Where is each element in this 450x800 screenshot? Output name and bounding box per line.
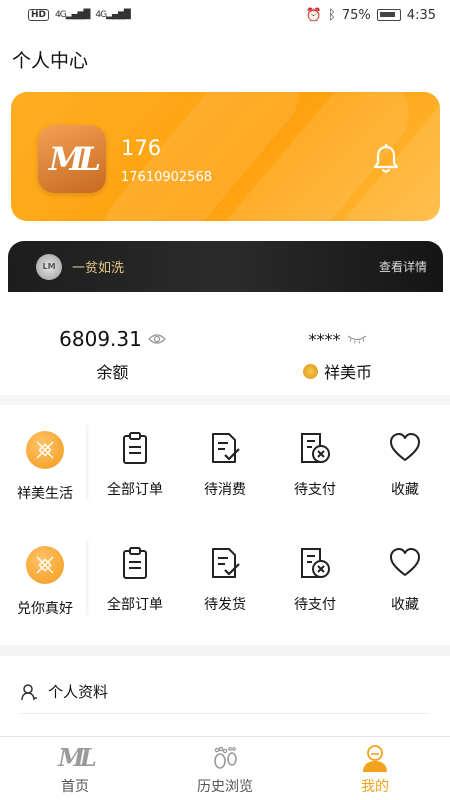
document-cancel-icon (301, 548, 330, 578)
home-logo-icon: ML (58, 743, 97, 772)
bell-icon[interactable] (372, 144, 400, 174)
menu-row: 兑你真好 全部订单 待发货 待支付 收藏 (0, 520, 450, 635)
document-check-icon (212, 433, 240, 463)
menu-item-pending-payment[interactable]: 待支付 (270, 520, 360, 635)
menu-item-label: 收藏 (391, 597, 419, 613)
document-check-icon (212, 548, 240, 578)
vip-badge-icon: LM (36, 253, 62, 280)
clock: 4:35 (406, 7, 436, 23)
status-bar: HD 4G▂▄▆█ 4G▂▄▆█ ⏰ ᛒ 75% 4:35 (0, 0, 450, 30)
list-item-label: 个人资料 (48, 683, 109, 701)
tab-history[interactable]: 历史浏览 (150, 737, 300, 800)
coins-value: **** (308, 329, 341, 349)
menu-item-favorites[interactable]: 收藏 (360, 520, 450, 635)
battery-percent: 75% (341, 7, 371, 23)
battery-icon (376, 9, 401, 21)
hd-badge: HD (28, 9, 50, 21)
coins-label: 祥美币 (323, 363, 372, 382)
avatar[interactable]: ML (38, 125, 106, 193)
coin-icon (302, 363, 318, 379)
menu-item-label: 收藏 (391, 482, 419, 498)
vip-level: 一贫如洗 (72, 261, 125, 276)
coins-value-row: **** (309, 325, 367, 353)
duinizhenhao-icon (26, 546, 64, 584)
menu-item-label: 待支付 (294, 597, 336, 613)
eye-icon[interactable] (147, 333, 166, 345)
menu-item-label: 全部订单 (107, 597, 163, 613)
signal-icon: 4G▂▄▆█ (55, 10, 90, 20)
vip-bar[interactable]: LM 一贫如洗 查看详情 (8, 241, 443, 292)
balance-label: 余额 (96, 363, 129, 382)
alarm-icon: ⏰ (305, 7, 323, 23)
heart-icon (390, 433, 420, 461)
menu-item-label: 待支付 (294, 482, 336, 498)
page-title: 个人中心 (0, 30, 450, 90)
phone-number: 17610902568 (121, 170, 212, 185)
menu-item-duinizhenhao[interactable]: 兑你真好 (0, 520, 90, 635)
heart-icon (390, 548, 420, 576)
wallet-row: 6809.31 余额 **** 祥美币 (0, 325, 450, 395)
footprints-icon (214, 746, 237, 769)
user-icon (363, 745, 387, 772)
document-cancel-icon (301, 433, 330, 463)
menu-item-xiangmei-life[interactable]: 祥美生活 (0, 405, 90, 520)
username: 176 (121, 136, 162, 160)
list-item-profile[interactable]: 个人资料 (20, 670, 430, 714)
clipboard-icon (123, 432, 147, 464)
bluetooth-icon: ᛒ (328, 7, 336, 23)
menu-item-pending-shipment[interactable]: 待发货 (180, 520, 270, 635)
xiangmei-life-icon (26, 431, 64, 469)
menu-item-pending-payment[interactable]: 待支付 (270, 405, 360, 520)
menu-item-label: 待发货 (204, 597, 246, 613)
menu-item-label: 待消费 (204, 482, 246, 498)
eye-closed-icon[interactable] (347, 334, 367, 344)
tab-mine[interactable]: 我的 (300, 737, 450, 800)
menu-item-all-orders[interactable]: 全部订单 (90, 520, 180, 635)
tab-home[interactable]: ML 首页 (0, 737, 150, 800)
profile-card[interactable]: ML 176 17610902568 (11, 92, 440, 221)
menu-row: 祥美生活 全部订单 待消费 待支付 收藏 (0, 405, 450, 520)
menu-item-all-orders[interactable]: 全部订单 (90, 405, 180, 520)
vip-detail-link[interactable]: 查看详情 (379, 258, 427, 275)
avatar-logo: ML (49, 140, 101, 178)
signal-icon-2: 4G▂▄▆█ (95, 10, 130, 20)
tab-label: 历史浏览 (197, 779, 253, 795)
menu-item-label: 祥美生活 (17, 486, 73, 502)
coins-label-row: 祥美币 (302, 359, 372, 383)
bottom-tab-bar: ML 首页 历史浏览 我的 (0, 736, 450, 800)
balance-value-row: 6809.31 (59, 325, 166, 353)
coins-column[interactable]: **** 祥美币 (225, 325, 450, 395)
settings-list: 个人资料 (0, 656, 450, 746)
tab-label: 首页 (61, 779, 89, 795)
clipboard-icon (123, 547, 147, 579)
person-icon (21, 683, 37, 700)
order-menu: 祥美生活 全部订单 待消费 待支付 收藏 兑你真好 全部订单 待发货 待支付 收… (0, 405, 450, 645)
tab-label: 我的 (361, 779, 389, 795)
menu-item-label: 全部订单 (107, 482, 163, 498)
menu-item-favorites[interactable]: 收藏 (360, 405, 450, 520)
menu-item-pending-use[interactable]: 待消费 (180, 405, 270, 520)
balance-value: 6809.31 (59, 327, 142, 351)
menu-item-label: 兑你真好 (17, 601, 73, 617)
balance-column[interactable]: 6809.31 余额 (0, 325, 225, 395)
